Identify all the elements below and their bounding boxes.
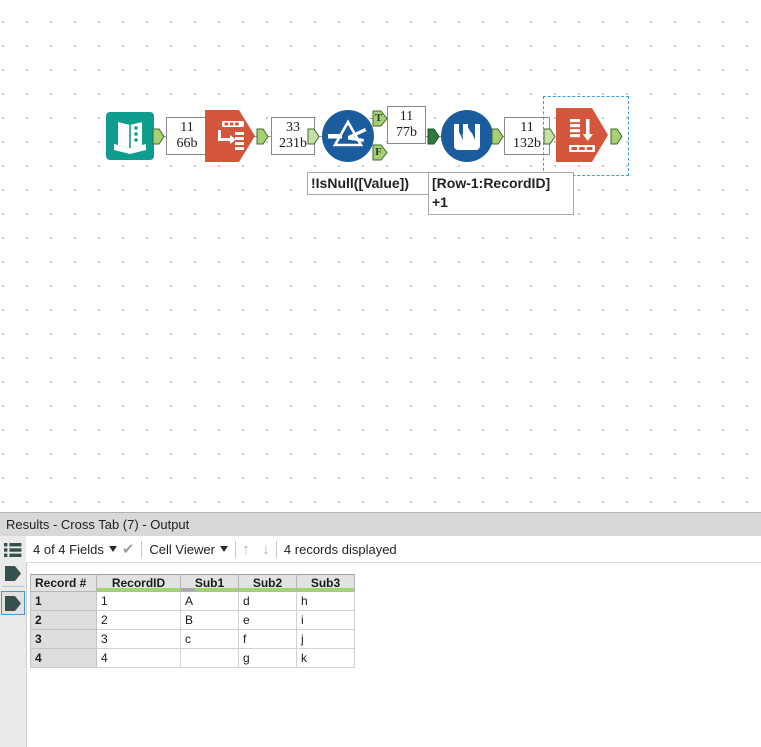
connection-label-1[interactable]: 11 66b [166, 117, 208, 155]
crosstab-output-connector[interactable] [610, 128, 623, 145]
results-panel-title: Results - Cross Tab (7) - Output [0, 512, 761, 536]
table-body: 1 1 A d h 2 2 B e i 3 3 c f j 4 4 g k [30, 591, 355, 668]
filter-input-connector[interactable] [307, 128, 320, 145]
column-header-sub2[interactable]: Sub2 [238, 574, 297, 592]
cell-recordid[interactable]: 2 [96, 610, 181, 630]
chevron-down-icon[interactable] [219, 546, 228, 552]
results-data-grid[interactable]: Record # RecordID Sub1 Sub2 Sub3 1 1 A d… [30, 574, 360, 668]
transpose-tool[interactable] [205, 110, 255, 162]
record-status-label: 4 records displayed [283, 541, 397, 557]
cell-sub3[interactable]: h [296, 591, 355, 611]
cell-sub2[interactable]: e [238, 610, 297, 630]
input-anchor-icon[interactable] [3, 563, 23, 583]
text-input-icon [106, 112, 154, 160]
view-mode-label: Cell Viewer [149, 541, 215, 557]
cell-recordid[interactable]: 4 [96, 648, 181, 668]
filter-annotation[interactable]: !IsNull([Value]) [307, 172, 431, 195]
multi-row-formula-tool[interactable] [441, 110, 493, 162]
column-bar-sub1 [181, 588, 238, 591]
text-input-output-connector[interactable] [152, 128, 165, 145]
scroll-up-button[interactable]: ↑ [236, 536, 256, 562]
transpose-icon [205, 110, 255, 162]
row-number: 2 [30, 610, 97, 630]
cell-sub1[interactable]: A [180, 591, 239, 611]
cell-sub2[interactable]: g [238, 648, 297, 668]
cell-recordid[interactable]: 1 [96, 591, 181, 611]
table-header-row: Record # RecordID Sub1 Sub2 Sub3 [30, 574, 355, 592]
filter-false-output-connector[interactable]: F [372, 144, 389, 161]
multirow-annotation[interactable]: [Row-1:RecordID] +1 [428, 172, 574, 215]
column-header-recordid[interactable]: RecordID [96, 574, 181, 592]
row-number: 4 [30, 648, 97, 668]
scroll-down-button[interactable]: ↓ [256, 536, 276, 562]
filter-true-label: T [374, 112, 383, 124]
fields-selector-label: 4 of 4 Fields [33, 541, 104, 557]
connection-label-3[interactable]: 11 77b [387, 106, 426, 144]
data-grid-icon[interactable] [3, 540, 23, 560]
fields-selector[interactable]: 4 of 4 Fields ✔ [26, 536, 141, 562]
table-row[interactable]: 1 1 A d h [30, 591, 355, 611]
filter-false-label: F [375, 146, 382, 158]
row-number: 1 [30, 591, 97, 611]
column-bar-recordid [97, 588, 180, 591]
multi-row-formula-icon [441, 110, 493, 162]
multirow-output-connector[interactable] [491, 128, 504, 145]
column-header-sub1[interactable]: Sub1 [180, 574, 239, 592]
cell-sub1[interactable] [180, 648, 239, 668]
multirow-input-connector[interactable] [427, 128, 440, 145]
column-bar-sub3 [297, 588, 354, 591]
transpose-output-connector[interactable] [256, 128, 269, 145]
alteryx-window: 11 66b 33 231b T F 11 77b 11 132b !IsNul… [0, 0, 761, 747]
results-panel: Results - Cross Tab (7) - Output 4 of 4 … [0, 512, 761, 747]
cell-sub2[interactable]: f [238, 629, 297, 649]
output-anchor-icon[interactable] [3, 593, 23, 613]
results-side-rail[interactable] [0, 536, 27, 747]
column-bar-sub2 [239, 588, 296, 591]
cell-sub3[interactable]: k [296, 648, 355, 668]
rail-divider [2, 586, 24, 587]
cell-sub1[interactable]: B [180, 610, 239, 630]
data-table: Record # RecordID Sub1 Sub2 Sub3 1 1 A d… [30, 574, 355, 668]
chevron-down-icon[interactable] [108, 546, 117, 552]
connection-records-3: 11 [399, 109, 414, 124]
view-mode-selector[interactable]: Cell Viewer [142, 536, 235, 562]
filter-icon [322, 110, 374, 162]
row-number: 3 [30, 629, 97, 649]
table-row[interactable]: 3 3 c f j [30, 629, 355, 649]
cell-sub1[interactable]: c [180, 629, 239, 649]
check-icon[interactable]: ✔ [122, 542, 135, 557]
connection-size-1: 66b [176, 136, 198, 151]
table-row[interactable]: 2 2 B e i [30, 610, 355, 630]
cell-sub3[interactable]: i [296, 610, 355, 630]
workflow-canvas[interactable]: 11 66b 33 231b T F 11 77b 11 132b !IsNul… [0, 0, 761, 512]
filter-tool[interactable] [322, 110, 374, 162]
cell-sub3[interactable]: j [296, 629, 355, 649]
cross-tab-tool[interactable] [556, 108, 608, 162]
cross-tab-icon [556, 108, 608, 162]
connection-records-1: 11 [180, 120, 194, 135]
text-input-tool[interactable] [106, 112, 154, 160]
cell-sub2[interactable]: d [238, 591, 297, 611]
column-header-record[interactable]: Record # [30, 574, 97, 592]
record-status: 4 records displayed [277, 536, 404, 562]
connection-size-3: 77b [396, 125, 417, 140]
results-toolbar: 4 of 4 Fields ✔ Cell Viewer ↑ ↓ 4 record… [26, 536, 761, 563]
cell-recordid[interactable]: 3 [96, 629, 181, 649]
column-header-sub3[interactable]: Sub3 [296, 574, 355, 592]
table-row[interactable]: 4 4 g k [30, 648, 355, 668]
